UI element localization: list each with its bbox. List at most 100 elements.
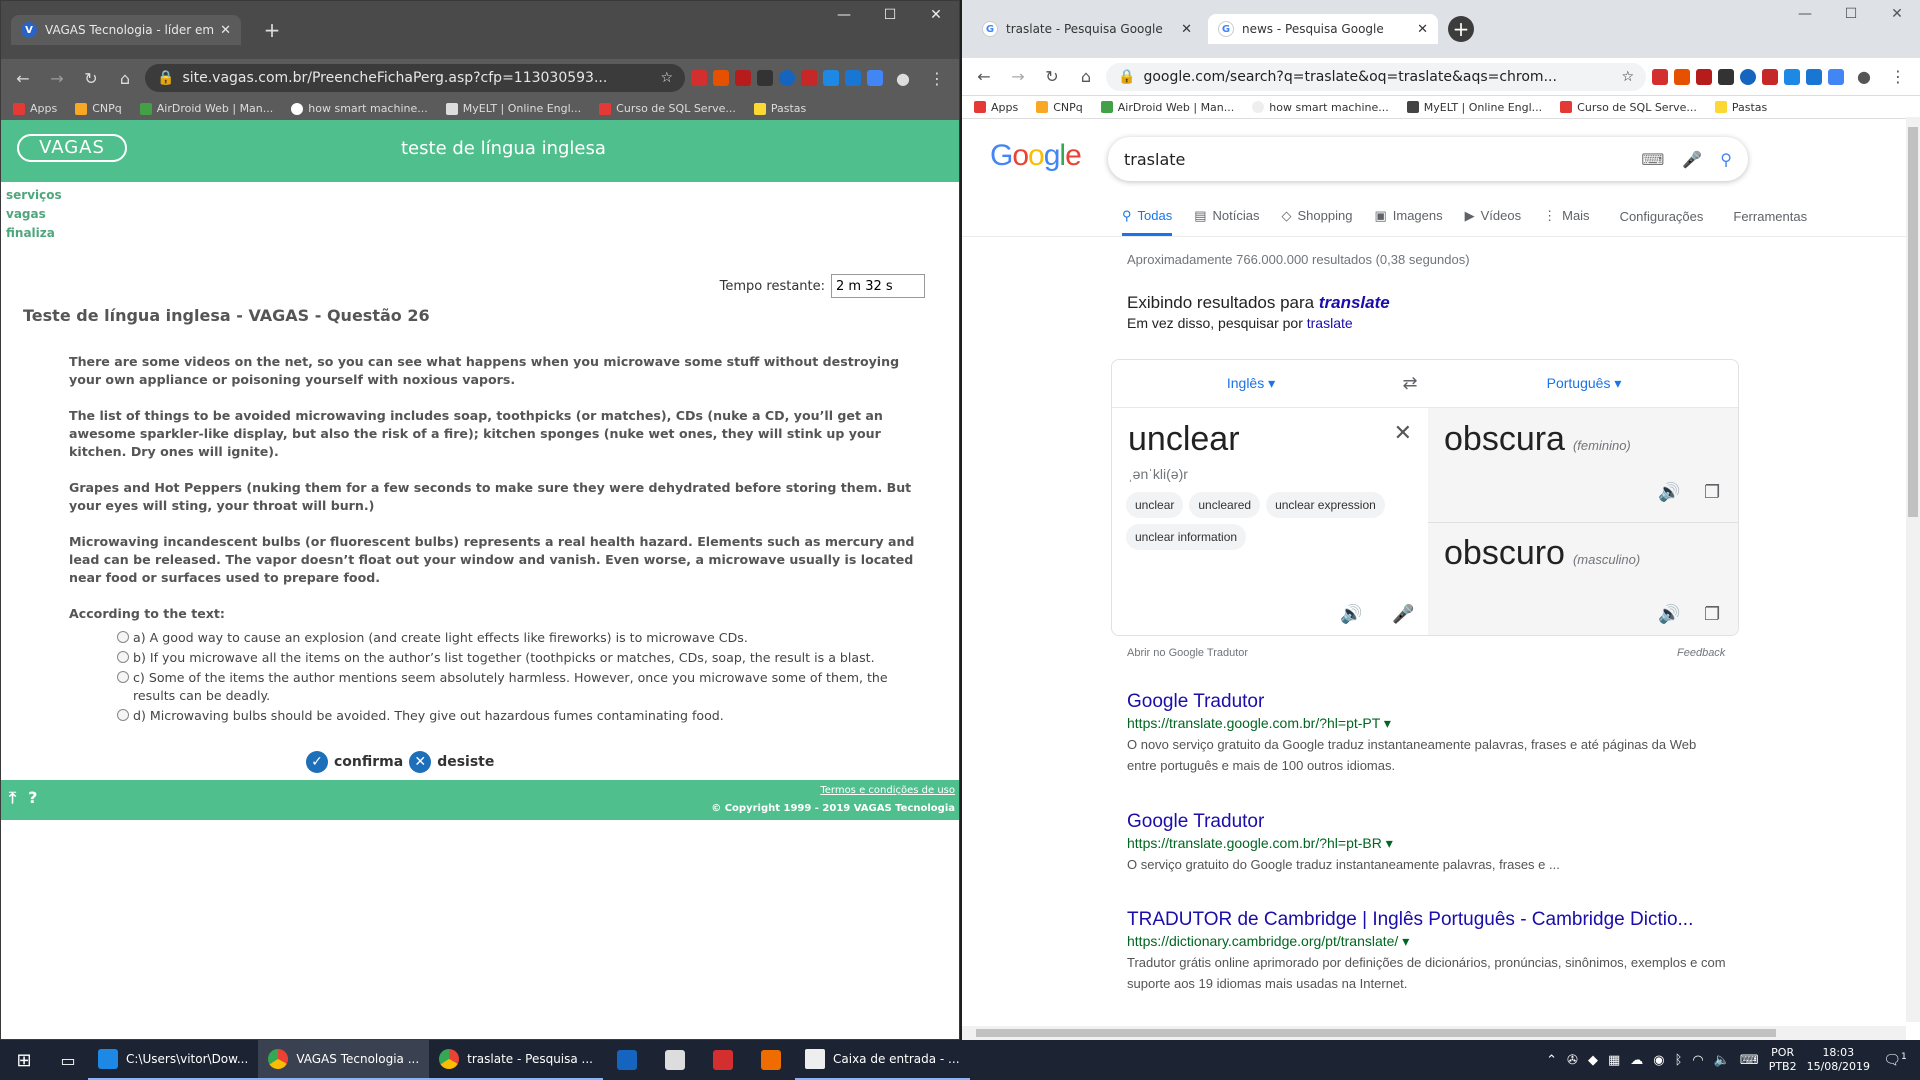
- keyboard-icon[interactable]: ⌨: [1740, 1053, 1759, 1068]
- bookmark-cnpq[interactable]: CNPq: [75, 102, 122, 115]
- extension-icon[interactable]: [823, 70, 839, 86]
- close-window-icon[interactable]: ✕: [1874, 6, 1920, 22]
- radio-button[interactable]: [117, 631, 129, 643]
- tab-traslate[interactable]: G traslate - Pesquisa Google ✕: [972, 14, 1202, 44]
- radio-button[interactable]: [117, 671, 129, 683]
- upload-icon[interactable]: ⤒: [9, 788, 16, 808]
- close-window-icon[interactable]: ✕: [913, 7, 959, 23]
- tray-app-icon[interactable]: ✇: [1567, 1053, 1578, 1068]
- taskbar-app-vagas[interactable]: VAGAS Tecnologia ...: [258, 1040, 430, 1080]
- result-url[interactable]: https://translate.google.com.br/?hl=pt-B…: [1127, 835, 1727, 852]
- forward-icon[interactable]: →: [1004, 67, 1032, 86]
- microphone-icon[interactable]: 🎤: [1392, 604, 1414, 625]
- bookmark-apps[interactable]: Apps: [974, 101, 1018, 114]
- reload-icon[interactable]: ↻: [1038, 67, 1066, 86]
- copy-icon[interactable]: ❐: [1704, 482, 1720, 503]
- address-bar[interactable]: 🔒 site.vagas.com.br/PreencheFichaPerg.as…: [145, 64, 685, 92]
- bookmark-airdroid[interactable]: AirDroid Web | Man...: [1100, 101, 1234, 114]
- cloud-icon[interactable]: ☁: [1630, 1053, 1643, 1068]
- back-icon[interactable]: ←: [970, 67, 998, 86]
- extension-icon[interactable]: [779, 70, 795, 86]
- vagas-logo[interactable]: VAGAS: [17, 134, 127, 162]
- bookmark-apps[interactable]: Apps: [13, 102, 57, 115]
- bookmark-airdroid[interactable]: AirDroid Web | Man...: [139, 102, 273, 115]
- bookmark-smart-machine[interactable]: how smart machine...: [291, 102, 428, 115]
- bookmark-myelt[interactable]: MyELT | Online Engl...: [1406, 101, 1542, 114]
- translate-icon[interactable]: [867, 70, 883, 86]
- bluetooth-icon[interactable]: ᛒ: [1675, 1053, 1683, 1068]
- wifi-icon[interactable]: ◠: [1692, 1053, 1703, 1068]
- quit-x-icon[interactable]: ✕: [409, 751, 432, 773]
- bookmark-sql[interactable]: Curso de SQL Serve...: [599, 102, 736, 115]
- option-b[interactable]: b) If you microwave all the items on the…: [117, 649, 932, 667]
- profile-icon[interactable]: ●: [1850, 67, 1878, 86]
- address-bar[interactable]: 🔒 google.com/search?q=traslate&oq=trasla…: [1106, 62, 1646, 91]
- keyboard-icon[interactable]: ⌨: [1641, 150, 1664, 169]
- option-a[interactable]: a) A good way to cause an explosion (and…: [117, 629, 932, 647]
- copy-icon[interactable]: ❐: [1704, 604, 1720, 625]
- close-tab-icon[interactable]: ✕: [1181, 22, 1192, 37]
- option-d[interactable]: d) Microwaving bulbs should be avoided. …: [117, 707, 932, 725]
- profile-icon[interactable]: ●: [889, 69, 917, 88]
- result-url[interactable]: https://translate.google.com.br/?hl=pt-P…: [1127, 715, 1727, 732]
- taskbar-pin-acrobat[interactable]: [699, 1040, 747, 1080]
- tab-news[interactable]: G news - Pesquisa Google ✕: [1208, 14, 1438, 44]
- confirm-button[interactable]: confirma: [334, 754, 403, 770]
- corrected-query-link[interactable]: translate: [1319, 293, 1390, 312]
- extension-icon[interactable]: [1740, 68, 1756, 85]
- taskbar-pin-flag[interactable]: [603, 1040, 651, 1080]
- tab-ferramentas[interactable]: Ferramentas: [1733, 209, 1807, 236]
- radio-button[interactable]: [117, 651, 129, 663]
- menu-item-vagas[interactable]: vagas: [6, 205, 954, 224]
- chip[interactable]: uncleared: [1189, 492, 1261, 518]
- speaker-icon[interactable]: 🔊: [1658, 604, 1680, 625]
- star-icon[interactable]: ☆: [1621, 69, 1634, 85]
- extension-icon[interactable]: [757, 70, 773, 86]
- notification-icon[interactable]: 🗨1: [1880, 1052, 1910, 1069]
- bookmark-pastas[interactable]: Pastas: [753, 102, 806, 115]
- tab-todas[interactable]: ⚲ Todas: [1122, 208, 1173, 236]
- source-text[interactable]: unclear: [1128, 420, 1240, 459]
- input-language[interactable]: POR PTB2: [1769, 1046, 1797, 1074]
- minimize-icon[interactable]: —: [1782, 6, 1828, 22]
- extension-icon[interactable]: [1674, 68, 1690, 85]
- open-translator-link[interactable]: Abrir no Google Tradutor: [1127, 647, 1248, 659]
- result-title-link[interactable]: Google Tradutor: [1127, 691, 1727, 713]
- taskbar-app-traslate[interactable]: traslate - Pesquisa ...: [429, 1040, 603, 1080]
- option-c[interactable]: c) Some of the items the author mentions…: [117, 669, 932, 705]
- feedback-link[interactable]: Feedback: [1677, 647, 1725, 659]
- reload-icon[interactable]: ↻: [77, 69, 105, 88]
- result-title-link[interactable]: TRADUTOR de Cambridge | Inglês Português…: [1127, 909, 1727, 931]
- confirm-check-icon[interactable]: ✓: [306, 751, 328, 773]
- menu-icon[interactable]: ⋮: [1884, 67, 1912, 86]
- google-logo[interactable]: Google: [990, 139, 1082, 173]
- extension-icon[interactable]: [713, 70, 729, 86]
- chevron-up-icon[interactable]: ⌃: [1546, 1053, 1557, 1068]
- pdf-icon[interactable]: [1696, 68, 1712, 85]
- terms-link[interactable]: Termos e condições de uso: [820, 785, 955, 796]
- timer-field[interactable]: [831, 274, 925, 298]
- original-query-link[interactable]: traslate: [1307, 315, 1353, 331]
- maximize-icon[interactable]: ☐: [867, 7, 913, 23]
- gmail-icon[interactable]: [1762, 68, 1778, 85]
- home-icon[interactable]: ⌂: [111, 69, 139, 88]
- swap-languages-icon[interactable]: ⇄: [1390, 373, 1430, 394]
- chip[interactable]: unclear information: [1126, 524, 1247, 550]
- pdf-icon[interactable]: [735, 70, 751, 86]
- tray-app-icon[interactable]: ◆: [1588, 1053, 1598, 1068]
- search-box[interactable]: traslate ⌨ 🎤 ⚲: [1108, 137, 1748, 181]
- star-icon[interactable]: ☆: [660, 70, 673, 86]
- chip[interactable]: unclear: [1126, 492, 1184, 518]
- radio-button[interactable]: [117, 709, 129, 721]
- bookmark-smart-machine[interactable]: how smart machine...: [1252, 101, 1389, 114]
- nvidia-icon[interactable]: ◉: [1653, 1053, 1664, 1068]
- result-title-link[interactable]: Google Tradutor: [1127, 811, 1727, 833]
- bookmark-cnpq[interactable]: CNPq: [1036, 101, 1083, 114]
- forward-icon[interactable]: →: [43, 69, 71, 88]
- horizontal-scrollbar[interactable]: [962, 1026, 1906, 1040]
- tab-shopping[interactable]: ◇ Shopping: [1282, 208, 1353, 236]
- search-icon[interactable]: ⚲: [1720, 150, 1732, 169]
- extension-icon[interactable]: [1784, 68, 1800, 85]
- adblock-icon[interactable]: [691, 70, 707, 86]
- tab-noticias[interactable]: ▤ Notícias: [1194, 208, 1259, 236]
